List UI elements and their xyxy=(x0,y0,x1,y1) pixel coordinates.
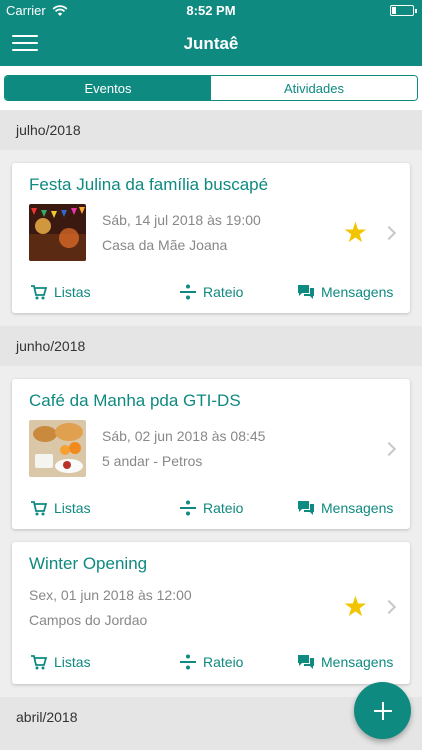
split-button[interactable]: Rateio xyxy=(180,493,243,523)
event-date: Sáb, 02 jun 2018 às 08:45 xyxy=(102,428,266,444)
chat-icon xyxy=(298,655,314,669)
segment-bar: Eventos Atividades xyxy=(0,66,422,110)
event-place: 5 andar - Petros xyxy=(102,453,203,469)
star-icon[interactable]: ★ xyxy=(343,219,368,247)
tab-eventos[interactable]: Eventos xyxy=(5,76,211,100)
lists-label: Listas xyxy=(54,284,91,300)
chat-icon xyxy=(298,285,314,299)
event-thumbnail xyxy=(29,204,86,261)
messages-button[interactable]: Mensagens xyxy=(298,647,393,677)
lists-button[interactable]: Listas xyxy=(31,493,91,523)
event-thumbnail xyxy=(29,420,86,477)
event-title: Festa Julina da família buscapé xyxy=(29,175,269,194)
event-title: Café da Manha pda GTI-DS xyxy=(29,391,241,410)
plus-icon xyxy=(373,701,392,720)
divide-icon xyxy=(180,284,196,300)
event-place: Casa da Mãe Joana xyxy=(102,237,228,253)
chevron-right-icon[interactable] xyxy=(381,441,397,457)
chevron-right-icon[interactable] xyxy=(381,225,397,241)
lists-label: Listas xyxy=(54,500,91,516)
messages-button[interactable]: Mensagens xyxy=(298,493,393,523)
event-actions: Listas Rateio Mensagens xyxy=(12,277,410,307)
section-header: junho/2018 xyxy=(0,326,422,366)
split-label: Rateio xyxy=(203,284,244,300)
cart-icon xyxy=(31,654,47,669)
event-title: Winter Opening xyxy=(29,554,148,573)
tab-atividades[interactable]: Atividades xyxy=(211,76,417,100)
split-label: Rateio xyxy=(203,654,244,670)
messages-label: Mensagens xyxy=(321,500,394,516)
split-button[interactable]: Rateio xyxy=(180,647,243,677)
battery-icon xyxy=(390,5,417,16)
event-date: Sex, 01 jun 2018 às 12:00 xyxy=(29,587,192,603)
messages-label: Mensagens xyxy=(321,654,394,670)
event-card[interactable]: Winter Opening Sex, 01 jun 2018 às 12:00… xyxy=(12,542,410,684)
cart-icon xyxy=(31,500,47,515)
event-place: Campos do Jordao xyxy=(29,612,148,628)
split-label: Rateio xyxy=(203,500,244,516)
chevron-right-icon[interactable] xyxy=(381,599,397,615)
star-icon[interactable]: ★ xyxy=(343,593,368,621)
divide-icon xyxy=(180,654,196,670)
cart-icon xyxy=(31,284,47,299)
event-card[interactable]: Festa Julina da família buscapé Sáb, 14 … xyxy=(12,163,410,313)
divide-icon xyxy=(180,500,196,516)
split-button[interactable]: Rateio xyxy=(180,277,243,307)
messages-button[interactable]: Mensagens xyxy=(298,277,393,307)
section-header: julho/2018 xyxy=(0,110,422,150)
app-title: Juntaê xyxy=(183,34,239,53)
chat-icon xyxy=(298,501,314,515)
event-actions: Listas Rateio Mensagens xyxy=(12,493,410,523)
event-actions: Listas Rateio Mensagens xyxy=(12,647,410,677)
lists-label: Listas xyxy=(54,654,91,670)
event-card[interactable]: Café da Manha pda GTI-DS Sáb, 02 jun 201… xyxy=(12,379,410,529)
lists-button[interactable]: Listas xyxy=(31,647,91,677)
status-bar: Carrier 8:52 PM xyxy=(0,0,422,22)
status-time: 8:52 PM xyxy=(186,3,236,18)
segmented-control: Eventos Atividades xyxy=(4,75,418,101)
messages-label: Mensagens xyxy=(321,284,394,300)
add-event-button[interactable] xyxy=(354,682,411,739)
event-date: Sáb, 14 jul 2018 às 19:00 xyxy=(102,212,261,228)
lists-button[interactable]: Listas xyxy=(31,277,91,307)
navbar: Juntaê xyxy=(0,22,422,66)
